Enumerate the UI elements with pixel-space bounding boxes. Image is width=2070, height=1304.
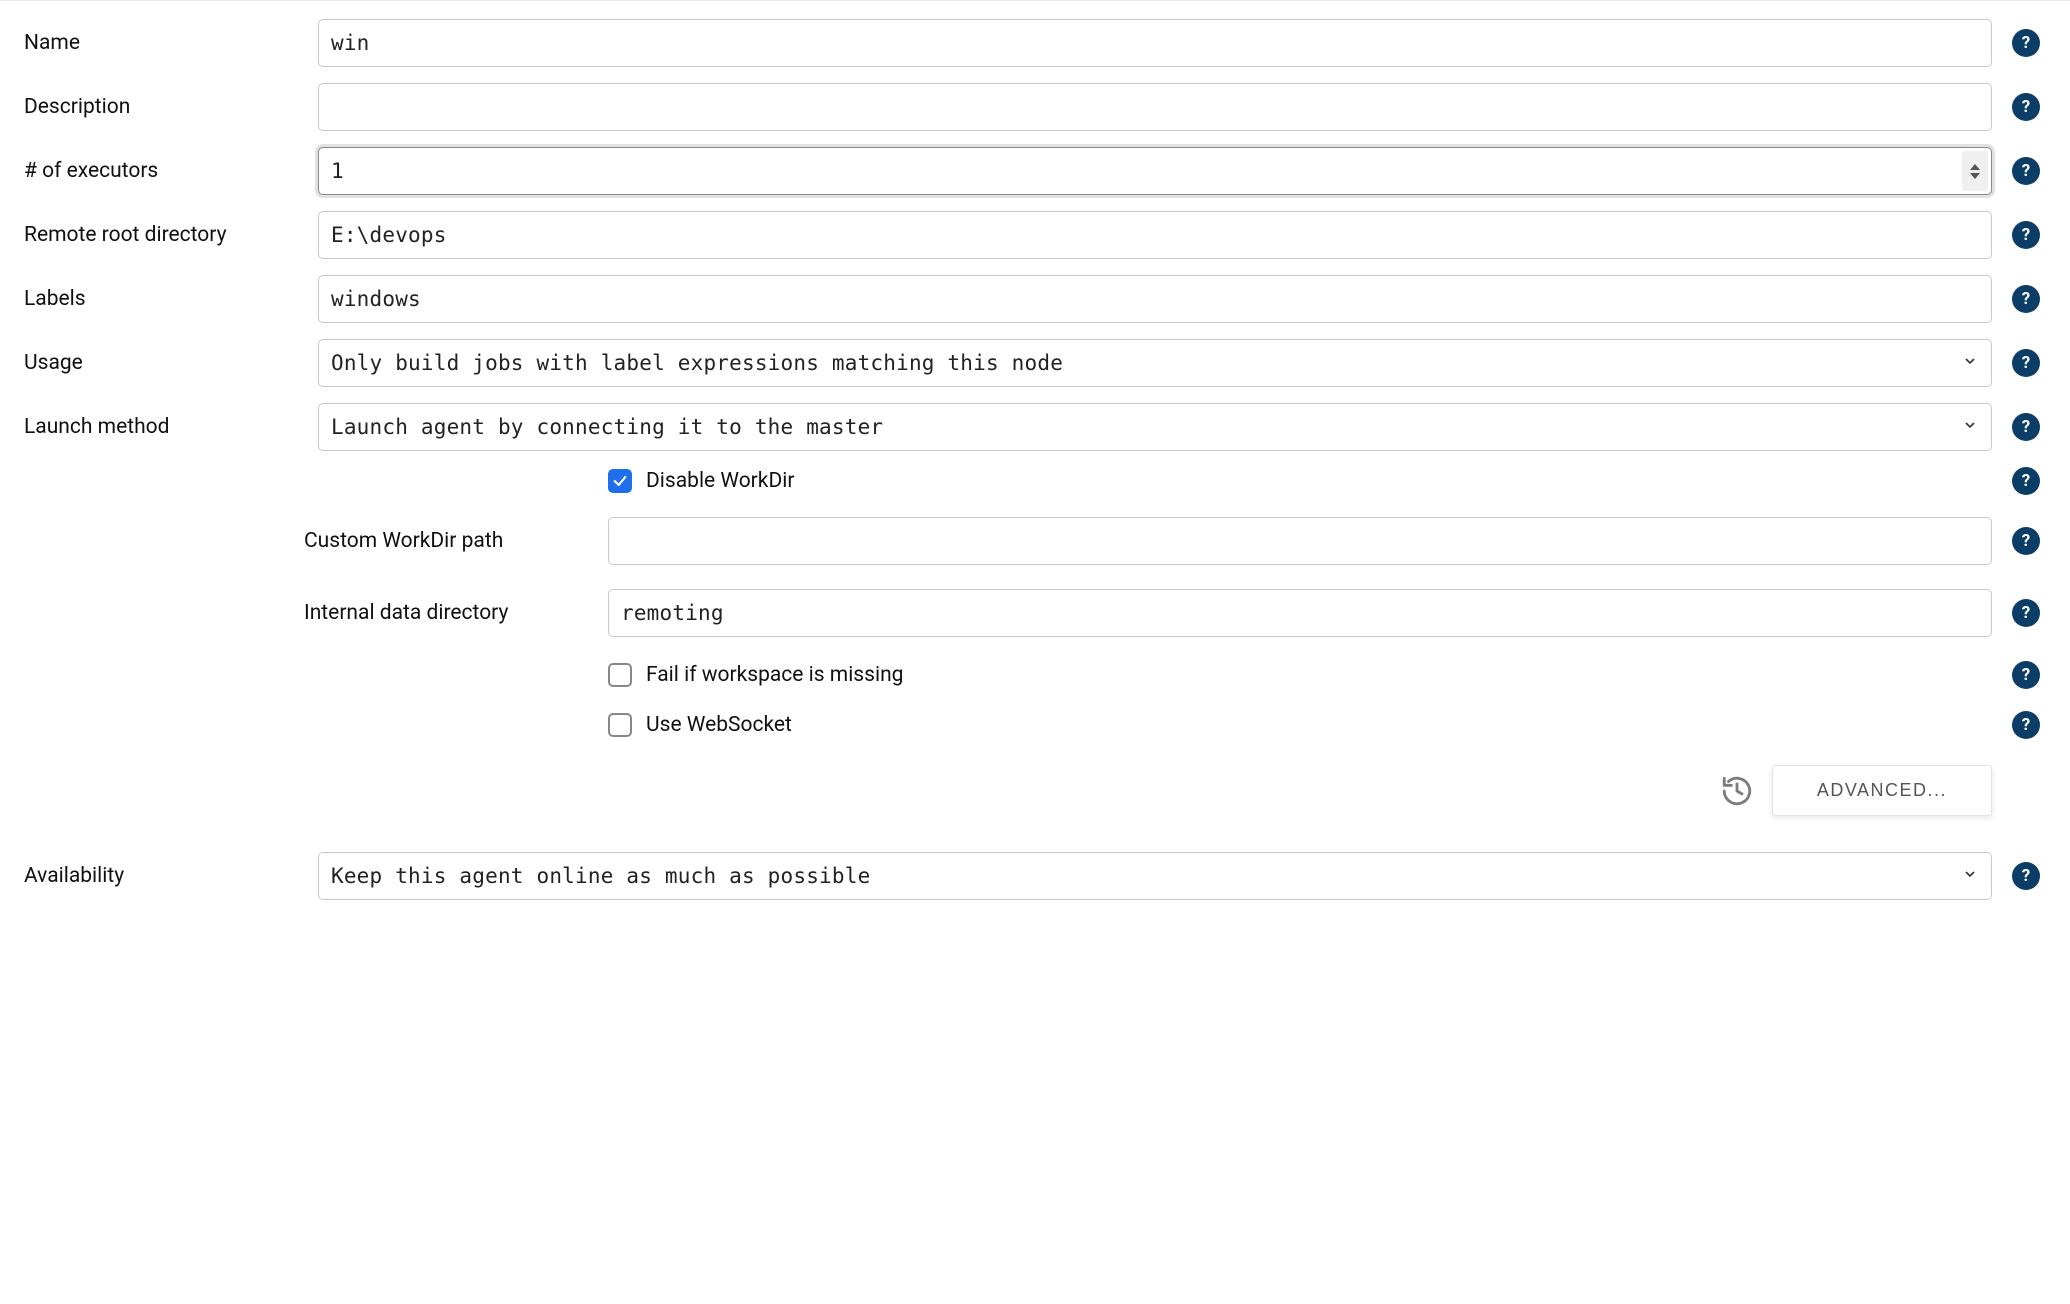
advanced-button[interactable]: ADVANCED... [1772,765,1992,816]
custom-workdir-label: Custom WorkDir path [304,517,594,553]
name-input[interactable] [318,19,1992,67]
internal-data-dir-label: Internal data directory [304,589,594,625]
help-icon[interactable]: ? [2012,862,2040,890]
use-websocket-checkbox[interactable] [608,713,632,737]
help-icon[interactable]: ? [2012,413,2040,441]
help-icon[interactable]: ? [2012,467,2040,495]
executors-label: # of executors [24,147,304,183]
disable-workdir-label: Disable WorkDir [646,469,794,493]
help-icon[interactable]: ? [2012,527,2040,555]
help-icon[interactable]: ? [2012,221,2040,249]
help-icon[interactable]: ? [2012,349,2040,377]
internal-data-dir-input[interactable] [608,589,1992,637]
remote-root-input[interactable] [318,211,1992,259]
description-input[interactable] [318,83,1992,131]
help-icon[interactable]: ? [2012,711,2040,739]
custom-workdir-input[interactable] [608,517,1992,565]
usage-label: Usage [24,339,304,375]
use-websocket-label: Use WebSocket [646,713,792,737]
executors-input[interactable] [318,147,1992,195]
remote-root-label: Remote root directory [24,211,304,247]
fail-if-ws-missing-label: Fail if workspace is missing [646,663,903,687]
help-icon[interactable]: ? [2012,285,2040,313]
help-icon[interactable]: ? [2012,93,2040,121]
availability-label: Availability [24,852,304,888]
disable-workdir-checkbox[interactable] [608,469,632,493]
help-icon[interactable]: ? [2012,29,2040,57]
help-icon[interactable]: ? [2012,157,2040,185]
history-icon[interactable] [1720,774,1754,808]
availability-select[interactable]: Keep this agent online as much as possib… [318,852,1992,900]
labels-input[interactable] [318,275,1992,323]
help-icon[interactable]: ? [2012,599,2040,627]
description-label: Description [24,83,304,119]
fail-if-ws-missing-checkbox[interactable] [608,663,632,687]
labels-label: Labels [24,275,304,311]
name-label: Name [24,19,304,55]
help-icon[interactable]: ? [2012,661,2040,689]
launch-method-select[interactable]: Launch agent by connecting it to the mas… [318,403,1992,451]
launch-method-label: Launch method [24,403,304,439]
usage-select[interactable]: Only build jobs with label expressions m… [318,339,1992,387]
